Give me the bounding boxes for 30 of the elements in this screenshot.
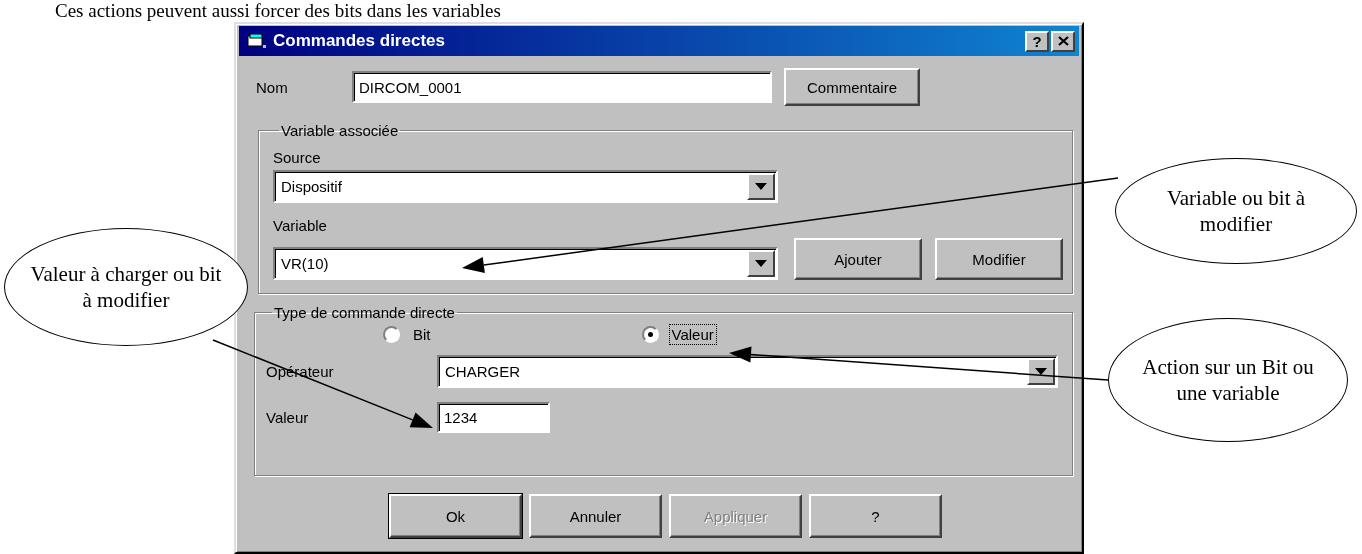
help-button[interactable]: ?: [1025, 30, 1049, 52]
window-icon: [247, 33, 267, 49]
window-title: Commandes directes: [273, 31, 446, 51]
comment-button[interactable]: Commentaire: [784, 68, 920, 106]
close-icon[interactable]: [1057, 36, 1069, 46]
modify-button[interactable]: Modifier: [935, 238, 1063, 280]
callout-text: Action sur un Bit ou une variable: [1141, 354, 1315, 406]
field-label: Valeur: [266, 409, 310, 426]
source-dropdown[interactable]: Dispositif: [273, 170, 778, 203]
group-title: Variable associée: [280, 122, 400, 139]
help-button[interactable]: ?: [809, 494, 942, 538]
close-button[interactable]: [1051, 30, 1075, 52]
name-field[interactable]: DIRCOM_0001: [352, 71, 772, 103]
cancel-button[interactable]: Annuler: [529, 494, 662, 538]
dropdown-arrow-icon[interactable]: [755, 260, 767, 267]
field-label: Source: [273, 149, 322, 166]
dropdown-arrow-icon[interactable]: [1035, 368, 1047, 375]
callout-text: Valeur à charger ou bit à modifier: [29, 261, 223, 313]
variable-dropdown[interactable]: VR(10): [273, 247, 778, 280]
ok-button[interactable]: Ok: [389, 494, 522, 538]
value-field[interactable]: 1234: [437, 402, 550, 433]
group-title: Type de commande directe: [273, 304, 456, 321]
page-text: Ces actions peuvent aussi forcer des bits dans les variables: [55, 0, 501, 22]
field-label: Variable: [273, 217, 328, 234]
add-button[interactable]: Ajouter: [794, 238, 922, 280]
operator-dropdown[interactable]: CHARGER: [437, 355, 1058, 388]
callout-text: Variable ou bit à modifier: [1165, 185, 1307, 237]
field-label: Nom: [256, 78, 289, 96]
dropdown-arrow-icon[interactable]: [755, 183, 767, 190]
radio-button[interactable]: Bit: [383, 324, 434, 345]
